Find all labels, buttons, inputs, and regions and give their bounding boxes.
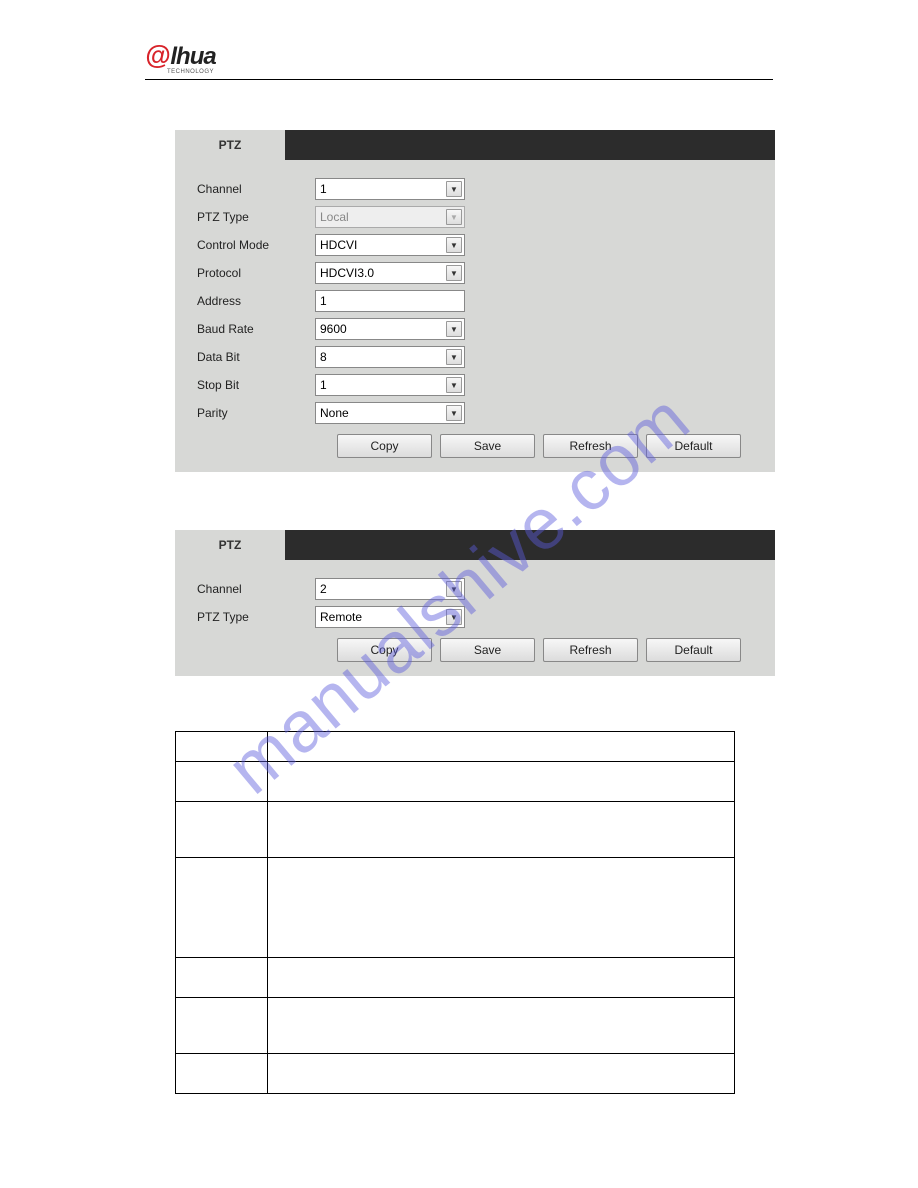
tab-ptz[interactable]: PTZ bbox=[175, 130, 285, 160]
table-cell bbox=[176, 858, 268, 958]
dropdown-arrow-icon: ▼ bbox=[446, 209, 462, 225]
table-cell bbox=[268, 732, 735, 762]
table-cell bbox=[176, 1054, 268, 1094]
tab-bar: PTZ bbox=[175, 530, 775, 560]
refresh-button[interactable]: Refresh bbox=[543, 434, 638, 458]
ptz-type-label: PTZ Type bbox=[197, 210, 315, 224]
dropdown-arrow-icon: ▼ bbox=[446, 609, 462, 625]
ptz-type-value: Remote bbox=[320, 610, 362, 624]
protocol-label: Protocol bbox=[197, 266, 315, 280]
table-cell bbox=[268, 802, 735, 858]
parity-value: None bbox=[320, 406, 349, 420]
table-cell bbox=[176, 998, 268, 1054]
logo-subtext: TECHNOLOGY bbox=[167, 69, 773, 75]
channel-select[interactable]: 2 ▼ bbox=[315, 578, 465, 600]
header-divider bbox=[145, 79, 773, 80]
channel-label: Channel bbox=[197, 582, 315, 596]
ptz-type-value: Local bbox=[320, 210, 349, 224]
stop-bit-value: 1 bbox=[320, 378, 327, 392]
baud-rate-value: 9600 bbox=[320, 322, 347, 336]
protocol-select[interactable]: HDCVI3.0 ▼ bbox=[315, 262, 465, 284]
stop-bit-label: Stop Bit bbox=[197, 378, 315, 392]
page-header: @lhua TECHNOLOGY bbox=[145, 40, 773, 80]
control-mode-label: Control Mode bbox=[197, 238, 315, 252]
channel-label: Channel bbox=[197, 182, 315, 196]
dropdown-arrow-icon: ▼ bbox=[446, 181, 462, 197]
save-button[interactable]: Save bbox=[440, 434, 535, 458]
table-cell bbox=[268, 762, 735, 802]
logo-mark: @ bbox=[145, 40, 170, 71]
ptz-type-select[interactable]: Remote ▼ bbox=[315, 606, 465, 628]
table-cell bbox=[268, 998, 735, 1054]
address-label: Address bbox=[197, 294, 315, 308]
table-cell bbox=[176, 958, 268, 998]
ptz-type-label: PTZ Type bbox=[197, 610, 315, 624]
table-cell bbox=[268, 958, 735, 998]
ptz-panel-local: PTZ Channel 1 ▼ PTZ Type Local ▼ Control… bbox=[175, 130, 775, 472]
dropdown-arrow-icon: ▼ bbox=[446, 377, 462, 393]
channel-value: 2 bbox=[320, 582, 327, 596]
brand-logo: @lhua bbox=[145, 40, 216, 71]
address-input[interactable]: 1 bbox=[315, 290, 465, 312]
ptz-type-select: Local ▼ bbox=[315, 206, 465, 228]
data-bit-value: 8 bbox=[320, 350, 327, 364]
default-button[interactable]: Default bbox=[646, 638, 741, 662]
default-button[interactable]: Default bbox=[646, 434, 741, 458]
data-bit-label: Data Bit bbox=[197, 350, 315, 364]
baud-rate-label: Baud Rate bbox=[197, 322, 315, 336]
control-mode-value: HDCVI bbox=[320, 238, 357, 252]
control-mode-select[interactable]: HDCVI ▼ bbox=[315, 234, 465, 256]
parameter-table bbox=[175, 731, 735, 1094]
refresh-button[interactable]: Refresh bbox=[543, 638, 638, 662]
dropdown-arrow-icon: ▼ bbox=[446, 321, 462, 337]
parity-select[interactable]: None ▼ bbox=[315, 402, 465, 424]
table-cell bbox=[176, 762, 268, 802]
copy-button[interactable]: Copy bbox=[337, 638, 432, 662]
copy-button[interactable]: Copy bbox=[337, 434, 432, 458]
address-value: 1 bbox=[320, 294, 327, 308]
data-bit-select[interactable]: 8 ▼ bbox=[315, 346, 465, 368]
table-cell bbox=[176, 732, 268, 762]
tab-bar-empty bbox=[285, 130, 775, 160]
dropdown-arrow-icon: ▼ bbox=[446, 349, 462, 365]
logo-text: lhua bbox=[170, 43, 215, 71]
table-cell bbox=[176, 802, 268, 858]
parity-label: Parity bbox=[197, 406, 315, 420]
tab-bar: PTZ bbox=[175, 130, 775, 160]
stop-bit-select[interactable]: 1 ▼ bbox=[315, 374, 465, 396]
tab-bar-empty bbox=[285, 530, 775, 560]
dropdown-arrow-icon: ▼ bbox=[446, 581, 462, 597]
channel-select[interactable]: 1 ▼ bbox=[315, 178, 465, 200]
dropdown-arrow-icon: ▼ bbox=[446, 237, 462, 253]
save-button[interactable]: Save bbox=[440, 638, 535, 662]
dropdown-arrow-icon: ▼ bbox=[446, 265, 462, 281]
table-cell bbox=[268, 858, 735, 958]
channel-value: 1 bbox=[320, 182, 327, 196]
ptz-panel-remote: PTZ Channel 2 ▼ PTZ Type Remote ▼ Copy S bbox=[175, 530, 775, 676]
table-cell bbox=[268, 1054, 735, 1094]
tab-ptz[interactable]: PTZ bbox=[175, 530, 285, 560]
dropdown-arrow-icon: ▼ bbox=[446, 405, 462, 421]
protocol-value: HDCVI3.0 bbox=[320, 266, 374, 280]
baud-rate-select[interactable]: 9600 ▼ bbox=[315, 318, 465, 340]
